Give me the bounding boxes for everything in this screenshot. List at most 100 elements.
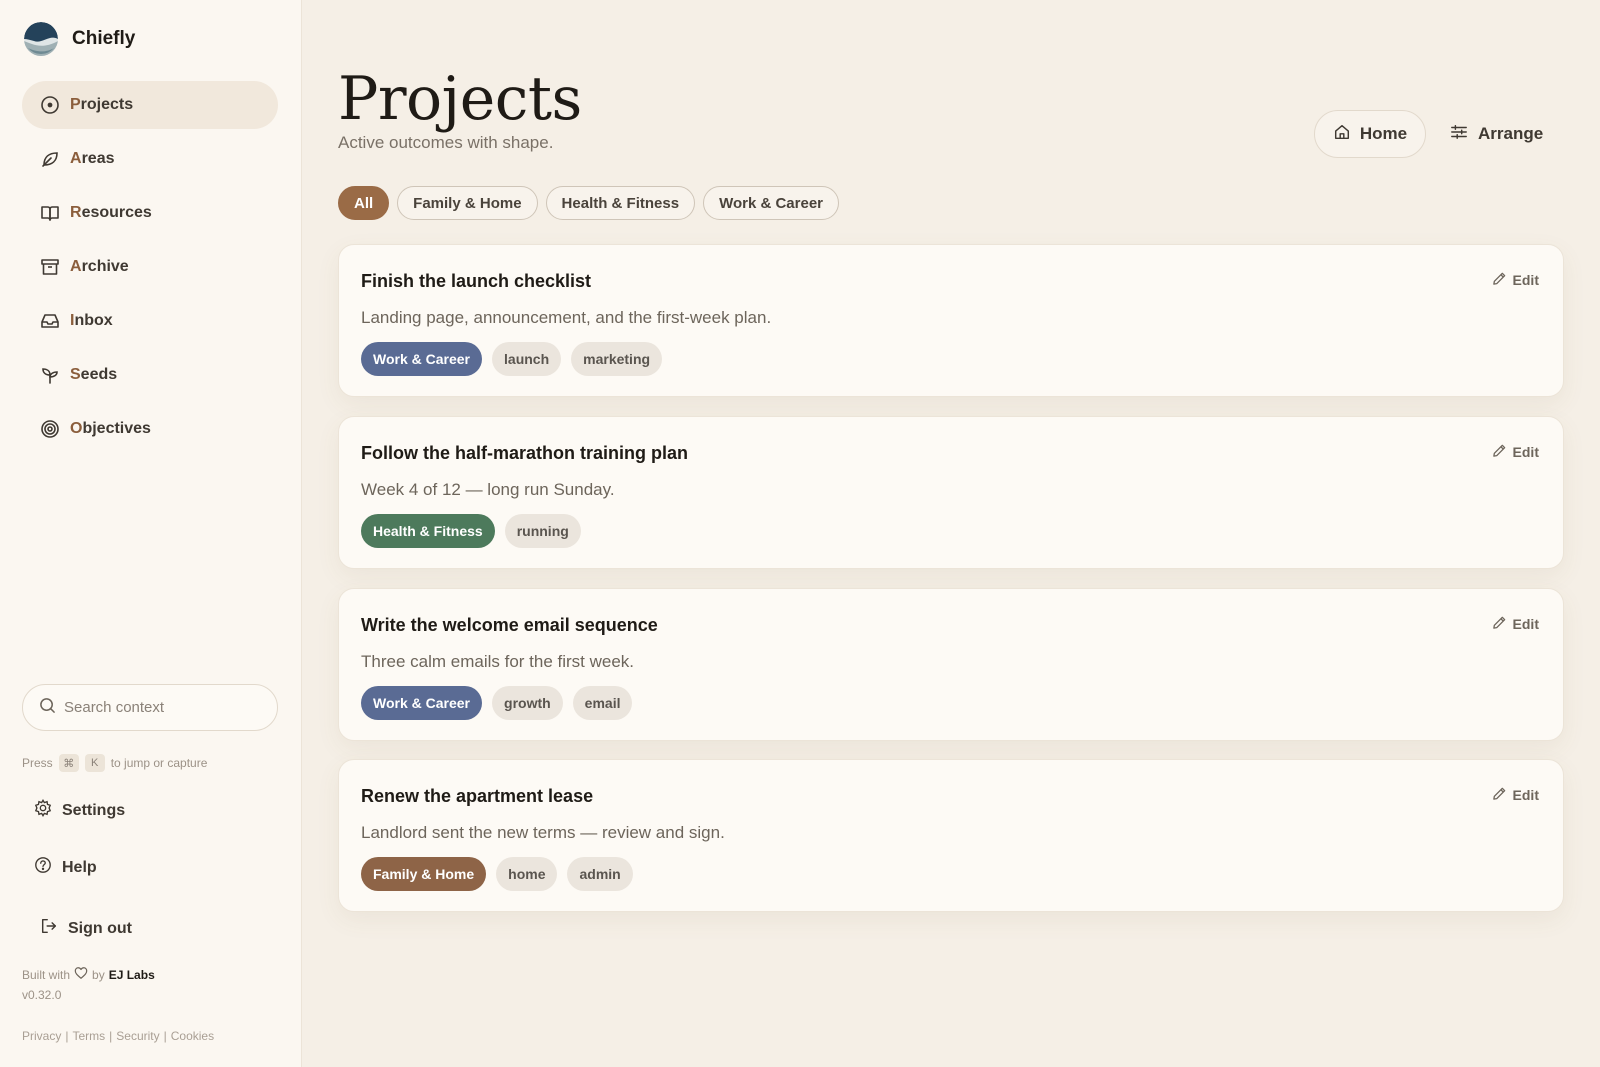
project-description: Landlord sent the new terms — review and…	[361, 823, 725, 842]
home-label: Home	[1359, 124, 1408, 143]
edit-button[interactable]: Edit	[1492, 786, 1539, 804]
sidebar-item-seeds[interactable]: Seeds	[22, 351, 278, 399]
sidebar-item-label: Archive	[70, 258, 129, 275]
edit-button[interactable]: Edit	[1492, 615, 1539, 633]
built-by: by	[92, 967, 105, 982]
category-tag[interactable]: Health & Fitness	[361, 514, 495, 548]
project-card[interactable]: Follow the half-marathon training plan W…	[338, 416, 1564, 569]
page-subtitle: Active outcomes with shape.	[338, 133, 554, 152]
cookies-link[interactable]: Cookies	[171, 1029, 214, 1043]
help-label: Help	[62, 858, 97, 876]
compass-icon	[40, 95, 60, 115]
sidebar-item-inbox[interactable]: Inbox	[22, 297, 278, 345]
keyword-tag[interactable]: growth	[492, 686, 563, 720]
hint-key-cmd: ⌘	[58, 754, 79, 772]
edit-label: Edit	[1512, 444, 1539, 460]
sidebar-item-projects[interactable]: Projects	[22, 81, 278, 129]
built-prefix: Built with	[22, 967, 71, 982]
sidebar-item-label: Seeds	[70, 366, 118, 383]
home-icon	[1333, 123, 1351, 146]
search-icon	[39, 697, 56, 719]
keyboard-hint: Press ⌘ K to jump or capture	[22, 754, 207, 772]
filter-chip-work-career[interactable]: Work & Career	[703, 186, 840, 220]
sign-out-button[interactable]: Sign out	[40, 917, 132, 940]
brand-logo-icon	[24, 22, 58, 56]
search-box	[22, 684, 278, 731]
legal-separator: |	[109, 1029, 113, 1043]
settings-button[interactable]: Settings	[34, 799, 125, 822]
sliders-icon	[1450, 123, 1468, 146]
help-button[interactable]: Help	[34, 856, 97, 879]
hint-key-k: K	[84, 754, 105, 772]
heart-icon	[74, 966, 88, 983]
book-icon	[40, 203, 60, 223]
sidebar-item-archive[interactable]: Archive	[22, 243, 278, 291]
legal-separator: |	[163, 1029, 167, 1043]
project-description: Landing page, announcement, and the firs…	[361, 308, 772, 327]
edit-button[interactable]: Edit	[1492, 443, 1539, 461]
sidebar-item-label: Projects	[70, 96, 134, 113]
keyword-tag[interactable]: marketing	[571, 342, 663, 376]
terms-link[interactable]: Terms	[72, 1029, 105, 1043]
security-link[interactable]: Security	[116, 1029, 159, 1043]
archive-icon	[40, 257, 60, 277]
sprout-icon	[40, 365, 60, 385]
gear-icon	[34, 799, 52, 822]
pencil-icon	[1492, 615, 1507, 633]
main-content: Projects Active outcomes with shape. Hom…	[302, 0, 1600, 1067]
home-button[interactable]: Home	[1314, 110, 1426, 158]
keyword-tag[interactable]: launch	[492, 342, 562, 376]
project-title[interactable]: Write the welcome email sequence	[361, 615, 658, 636]
project-description: Week 4 of 12 — long run Sunday.	[361, 480, 615, 499]
project-title[interactable]: Follow the half-marathon training plan	[361, 443, 688, 464]
project-tags: Work & Career growth email	[361, 686, 633, 720]
app-version: v0.32.0	[22, 988, 62, 1002]
pencil-icon	[1492, 271, 1507, 289]
filter-chip-health-fitness[interactable]: Health & Fitness	[545, 186, 696, 220]
arrange-button[interactable]: Arrange	[1450, 110, 1543, 158]
keyword-tag[interactable]: email	[572, 686, 633, 720]
sidebar-item-label: Objectives	[70, 420, 151, 437]
project-title[interactable]: Finish the launch checklist	[361, 271, 591, 292]
keyword-tag[interactable]: admin	[567, 857, 633, 891]
category-tag[interactable]: Family & Home	[361, 857, 487, 891]
built-with: Built with by EJ Labs	[22, 966, 155, 983]
keyword-tag[interactable]: home	[496, 857, 558, 891]
sidebar: Chiefly Projects Areas Resources Archive…	[0, 0, 302, 1067]
edit-label: Edit	[1512, 787, 1539, 803]
sidebar-item-label: Inbox	[70, 312, 113, 329]
sidebar-item-areas[interactable]: Areas	[22, 135, 278, 183]
edit-button[interactable]: Edit	[1492, 271, 1539, 289]
leaf-icon	[40, 149, 60, 169]
project-card[interactable]: Finish the launch checklist Landing page…	[338, 244, 1564, 397]
filter-chip-family-home[interactable]: Family & Home	[397, 186, 538, 220]
brand[interactable]: Chiefly	[24, 22, 135, 56]
pencil-icon	[1492, 786, 1507, 804]
search-input[interactable]	[64, 699, 264, 716]
keyword-tag[interactable]: running	[504, 514, 581, 548]
target-icon	[40, 419, 60, 439]
legal-links: Privacy | Terms | Security | Cookies	[22, 1029, 214, 1043]
legal-separator: |	[65, 1029, 69, 1043]
sidebar-item-objectives[interactable]: Objectives	[22, 405, 278, 453]
category-tag[interactable]: Work & Career	[361, 342, 483, 376]
company-link[interactable]: EJ Labs	[109, 968, 155, 982]
arrange-label: Arrange	[1478, 124, 1544, 143]
project-card[interactable]: Write the welcome email sequence Three c…	[338, 588, 1564, 741]
project-title[interactable]: Renew the apartment lease	[361, 786, 593, 807]
inbox-icon	[40, 311, 60, 331]
sign-out-label: Sign out	[68, 919, 132, 937]
sidebar-item-resources[interactable]: Resources	[22, 189, 278, 237]
project-tags: Health & Fitness running	[361, 514, 581, 548]
filter-chips: All Family & Home Health & Fitness Work …	[338, 186, 840, 220]
project-description: Three calm emails for the first week.	[361, 652, 635, 671]
sign-out-icon	[40, 917, 58, 940]
filter-chip-all[interactable]: All	[338, 186, 390, 220]
sidebar-item-label: Resources	[70, 204, 152, 221]
help-icon	[34, 856, 52, 879]
project-tags: Work & Career launch marketing	[361, 342, 663, 376]
category-tag[interactable]: Work & Career	[361, 686, 483, 720]
privacy-link[interactable]: Privacy	[22, 1029, 61, 1043]
pencil-icon	[1492, 443, 1507, 461]
project-card[interactable]: Renew the apartment lease Landlord sent …	[338, 759, 1564, 912]
